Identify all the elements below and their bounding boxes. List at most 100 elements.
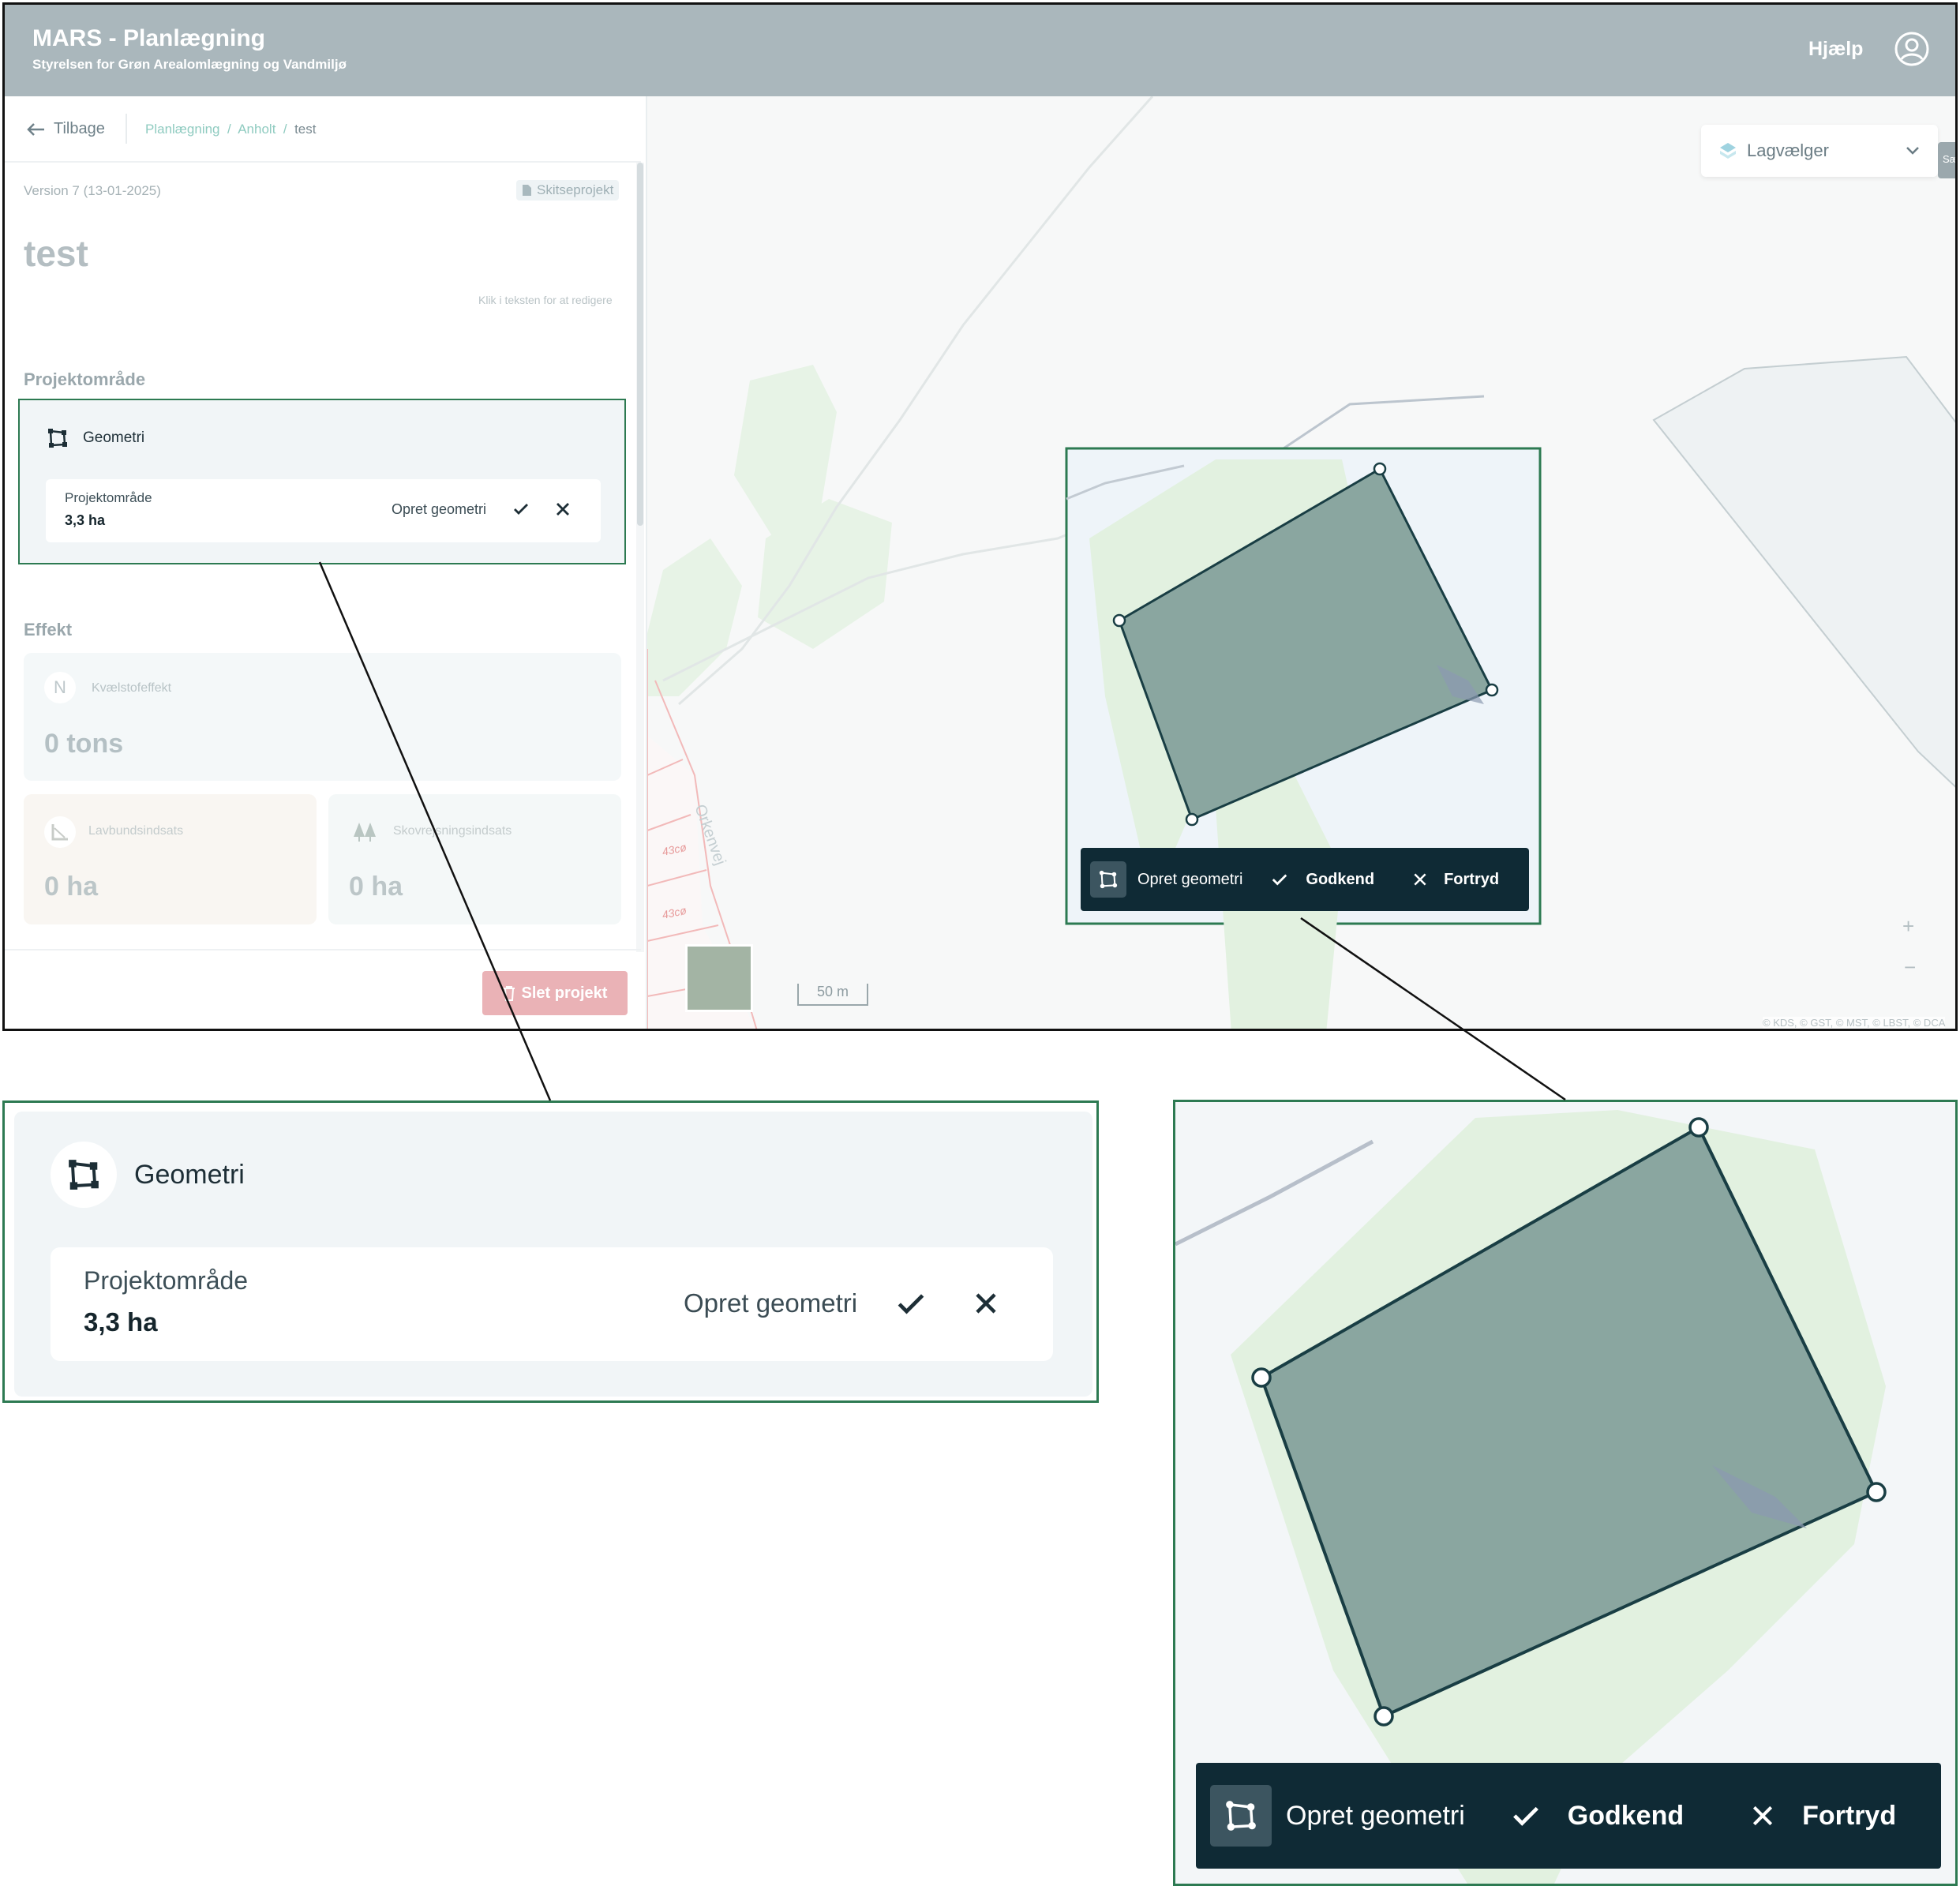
geometry-card: Projektområde 3,3 ha Opret geometri bbox=[46, 479, 601, 542]
section-project-area: Projektområde bbox=[24, 369, 146, 389]
sketch-label: Skitseprojekt bbox=[537, 182, 614, 197]
back-label: Tilbage bbox=[54, 120, 105, 137]
forest-label: Skovrejsningsindsats bbox=[393, 824, 512, 838]
scrollbar-thumb[interactable] bbox=[637, 163, 643, 526]
document-icon bbox=[523, 185, 531, 196]
layers-icon bbox=[1720, 143, 1736, 159]
lowland-effect-card: Lavbundsindsats 0 ha bbox=[24, 794, 317, 924]
breadcrumb-anholt[interactable]: Anholt bbox=[238, 122, 275, 137]
map-attribution: © KDS, © GST, © MST, © LBST, © DCA bbox=[1763, 1017, 1946, 1029]
geometry-label: Geometri bbox=[134, 1160, 245, 1190]
edit-hint: Klik i teksten for at redigere bbox=[478, 294, 613, 306]
project-title[interactable]: test bbox=[24, 232, 88, 275]
road-line bbox=[1175, 1139, 1374, 1247]
polygon-vertex-handle[interactable] bbox=[1373, 1706, 1394, 1727]
road-line bbox=[1278, 395, 1485, 453]
polygon-draw-icon[interactable] bbox=[1090, 861, 1126, 898]
close-icon[interactable] bbox=[1412, 872, 1428, 887]
zoom-out-button[interactable]: − bbox=[1904, 955, 1916, 980]
trees-icon bbox=[354, 823, 376, 842]
approve-button[interactable]: Godkend bbox=[1306, 871, 1374, 889]
chevron-down-icon bbox=[1906, 147, 1919, 155]
polygon-vertex-handle[interactable] bbox=[1251, 1367, 1272, 1388]
area-polygon bbox=[1652, 355, 1955, 788]
create-geometry-label: Opret geometri bbox=[392, 501, 487, 517]
divider bbox=[5, 161, 641, 163]
polygon-vertex-handle[interactable] bbox=[1866, 1482, 1887, 1502]
geometry-zoom-callout: Geometri Projektområde 3,3 ha Opret geom… bbox=[2, 1100, 1099, 1403]
layer-selector-label: Lagvælger bbox=[1747, 141, 1829, 160]
layer-selector[interactable]: Lagvælger bbox=[1701, 125, 1938, 177]
polygon-vertex-handle[interactable] bbox=[1373, 462, 1387, 476]
divider bbox=[5, 949, 641, 950]
geometry-card: Projektområde 3,3 ha Opret geometri bbox=[51, 1247, 1053, 1361]
lowland-label: Lavbundsindsats bbox=[88, 824, 184, 838]
check-icon[interactable] bbox=[894, 1287, 928, 1322]
nitrogen-label: Kvælstofeffekt bbox=[92, 681, 172, 695]
delete-project-button[interactable]: Slet projekt bbox=[482, 971, 628, 1015]
breadcrumb-sep: / bbox=[283, 122, 287, 137]
ruler-angle-icon bbox=[44, 816, 76, 848]
vegetation-area bbox=[647, 538, 742, 696]
side-panel-tab[interactable]: Sæ bbox=[1938, 142, 1955, 178]
top-bar: MARS - Planlægning Styrelsen for Grøn Ar… bbox=[5, 5, 1955, 96]
breadcrumb: Planlægning / Anholt / test bbox=[145, 122, 316, 137]
map-view[interactable]: 43cø 43cø Orkenvej Opret geometri Godken… bbox=[647, 96, 1955, 1029]
approve-button[interactable]: Godkend bbox=[1568, 1801, 1684, 1832]
app-title: MARS - Planlægning bbox=[32, 25, 265, 51]
basemap-thumbnail[interactable] bbox=[685, 944, 753, 1012]
section-effect: Effekt bbox=[24, 620, 73, 639]
sketch-badge: Skitseprojekt bbox=[516, 180, 620, 201]
geometry-label: Geometri bbox=[83, 429, 145, 446]
polygon-vertex-handle[interactable] bbox=[1185, 812, 1199, 827]
toolbar-create-label: Opret geometri bbox=[1137, 870, 1243, 888]
map-zoom-callout: Opret geometri Godkend Fortryd bbox=[1173, 1100, 1958, 1886]
polygon-vertex-handle[interactable] bbox=[1688, 1117, 1709, 1138]
help-link[interactable]: Hjælp bbox=[1808, 38, 1863, 61]
geometry-panel: Geometri Projektområde 3,3 ha Opret geom… bbox=[14, 1112, 1092, 1397]
delete-label: Slet projekt bbox=[521, 984, 608, 1002]
area-value: 3,3 ha bbox=[84, 1307, 158, 1337]
toolbar-create-label: Opret geometri bbox=[1286, 1800, 1465, 1831]
check-icon[interactable] bbox=[1271, 871, 1288, 888]
divider bbox=[126, 114, 127, 144]
breadcrumb-planning[interactable]: Planlægning bbox=[145, 122, 220, 137]
project-sidebar: Tilbage Planlægning / Anholt / test Vers… bbox=[5, 96, 647, 1029]
zoom-in-button[interactable]: + bbox=[1902, 914, 1914, 939]
nitrogen-value: 0 tons bbox=[44, 729, 124, 759]
check-icon[interactable] bbox=[512, 500, 530, 519]
area-label: Projektområde bbox=[65, 490, 152, 505]
scale-bar: 50 m bbox=[797, 984, 868, 1006]
close-icon[interactable] bbox=[1750, 1803, 1775, 1828]
polygon-draw-icon bbox=[51, 1142, 117, 1208]
breadcrumb-current: test bbox=[294, 122, 317, 137]
cancel-button[interactable]: Fortryd bbox=[1444, 871, 1499, 889]
back-button[interactable]: Tilbage bbox=[27, 120, 105, 138]
cancel-button[interactable]: Fortryd bbox=[1802, 1801, 1896, 1832]
geometry-header: Geometri bbox=[47, 427, 144, 449]
forest-value: 0 ha bbox=[349, 872, 403, 902]
user-circle-icon[interactable] bbox=[1894, 31, 1930, 67]
close-icon[interactable] bbox=[971, 1288, 1001, 1318]
nitrogen-icon: N bbox=[44, 672, 76, 703]
app-subtitle: Styrelsen for Grøn Arealomlægning og Van… bbox=[32, 57, 347, 72]
polygon-vertex-handle[interactable] bbox=[1485, 683, 1499, 697]
lowland-value: 0 ha bbox=[44, 872, 99, 902]
version-label: Version 7 (13-01-2025) bbox=[24, 183, 161, 198]
trash-icon bbox=[503, 986, 515, 1001]
create-geometry-label: Opret geometri bbox=[684, 1288, 858, 1318]
polygon-draw-icon[interactable] bbox=[1210, 1785, 1272, 1847]
geometry-panel: Geometri Projektområde 3,3 ha Opret geom… bbox=[18, 399, 626, 564]
app-window: MARS - Planlægning Styrelsen for Grøn Ar… bbox=[2, 2, 1958, 1031]
forest-effect-card: Skovrejsningsindsats 0 ha bbox=[328, 794, 621, 924]
check-icon[interactable] bbox=[1511, 1801, 1541, 1831]
nitrogen-effect-card: N Kvælstofeffekt 0 tons bbox=[24, 653, 621, 781]
draw-toolbar: Opret geometri Godkend Fortryd bbox=[1196, 1763, 1941, 1869]
polygon-draw-icon bbox=[48, 429, 67, 448]
breadcrumb-sep: / bbox=[227, 122, 231, 137]
close-icon[interactable] bbox=[553, 500, 572, 519]
arrow-left-icon bbox=[27, 122, 44, 136]
polygon-vertex-handle[interactable] bbox=[1112, 613, 1126, 628]
draw-toolbar: Opret geometri Godkend Fortryd bbox=[1081, 848, 1529, 911]
area-label: Projektområde bbox=[84, 1266, 249, 1295]
